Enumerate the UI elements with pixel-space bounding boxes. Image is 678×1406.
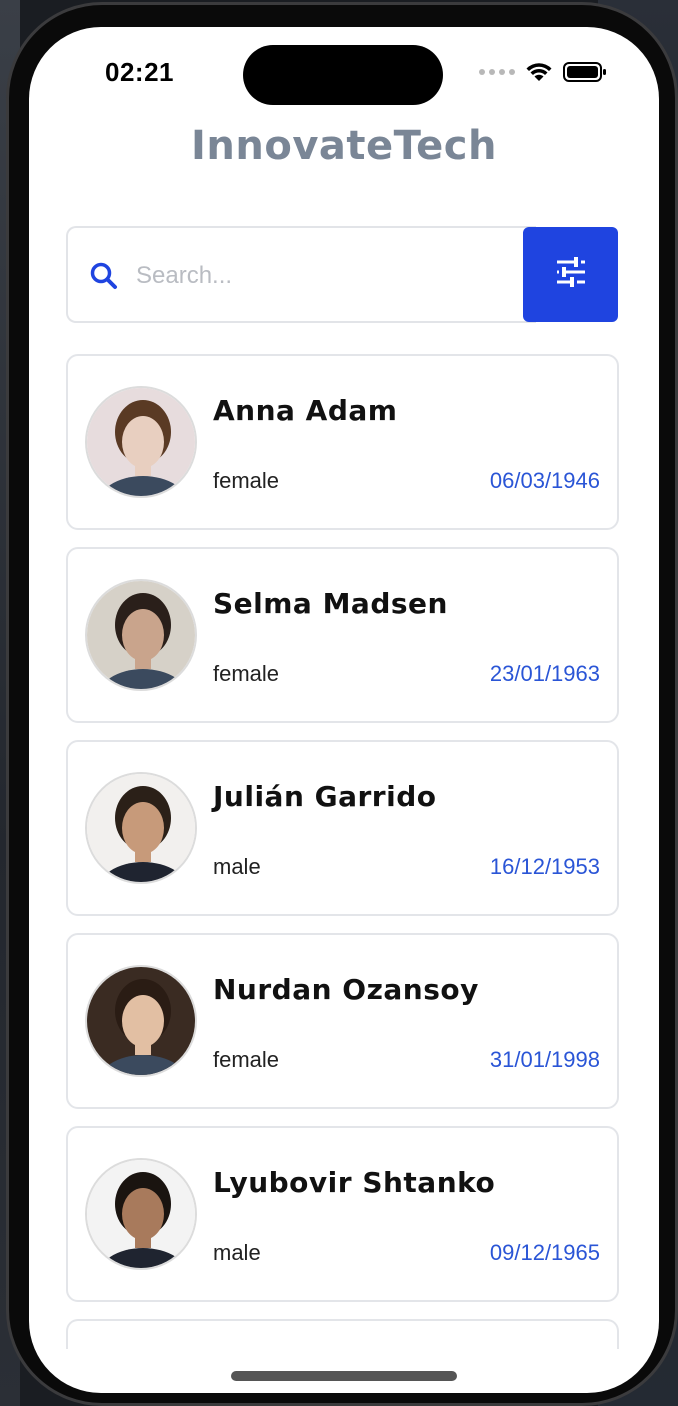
user-name: Julián Garrido [213, 780, 437, 813]
status-time: 02:21 [105, 57, 174, 87]
user-name: Lyubovir Shtanko [213, 1166, 496, 1199]
user-dob: 09/12/1965 [489, 1240, 600, 1265]
user-gender: female [213, 468, 280, 493]
app-screen: 02:21 InnovateTech Search... Anna Adam f… [29, 27, 659, 1393]
user-list: Anna Adam female 06/03/1946 Selma Madsen… [66, 354, 619, 1366]
user-dob: 23/01/1963 [489, 661, 600, 686]
user-name: Anna Adam [213, 394, 398, 427]
user-gender: female [213, 1047, 280, 1072]
user-card[interactable]: Julián Garrido male 16/12/1953 [66, 740, 619, 916]
filter-button[interactable] [523, 227, 618, 322]
user-name: Nurdan Ozansoy [213, 973, 479, 1006]
sliders-icon [554, 257, 588, 292]
user-dob: 06/03/1946 [489, 468, 600, 493]
home-indicator[interactable] [231, 1371, 457, 1381]
search-row [66, 226, 619, 323]
app-title: InnovateTech [191, 123, 497, 169]
user-card[interactable]: Selma Madsen female 23/01/1963 [66, 547, 619, 723]
avatar [85, 965, 197, 1077]
wifi-icon [525, 61, 553, 83]
avatar [85, 386, 197, 498]
user-gender: male [213, 854, 261, 879]
status-bar: 02:21 [29, 27, 659, 127]
battery-icon [563, 61, 607, 83]
status-icons [479, 61, 607, 83]
user-card[interactable]: Anna Adam female 06/03/1946 [66, 354, 619, 530]
user-dob: 16/12/1953 [489, 854, 600, 879]
avatar [85, 772, 197, 884]
avatar [85, 579, 197, 691]
user-card[interactable]: Lyubovir Shtanko male 09/12/1965 [66, 1126, 619, 1302]
user-gender: female [213, 661, 280, 686]
user-name: Selma Madsen [213, 587, 448, 620]
avatar [85, 1158, 197, 1270]
search-input[interactable] [136, 254, 516, 298]
signal-dots-icon [479, 69, 515, 75]
search-box[interactable] [66, 226, 536, 323]
user-dob: 31/01/1998 [489, 1047, 600, 1072]
user-card-partial[interactable] [66, 1319, 619, 1349]
user-gender: male [213, 1240, 261, 1265]
search-icon [88, 260, 120, 297]
dynamic-island [243, 45, 443, 105]
user-card[interactable]: Nurdan Ozansoy female 31/01/1998 [66, 933, 619, 1109]
